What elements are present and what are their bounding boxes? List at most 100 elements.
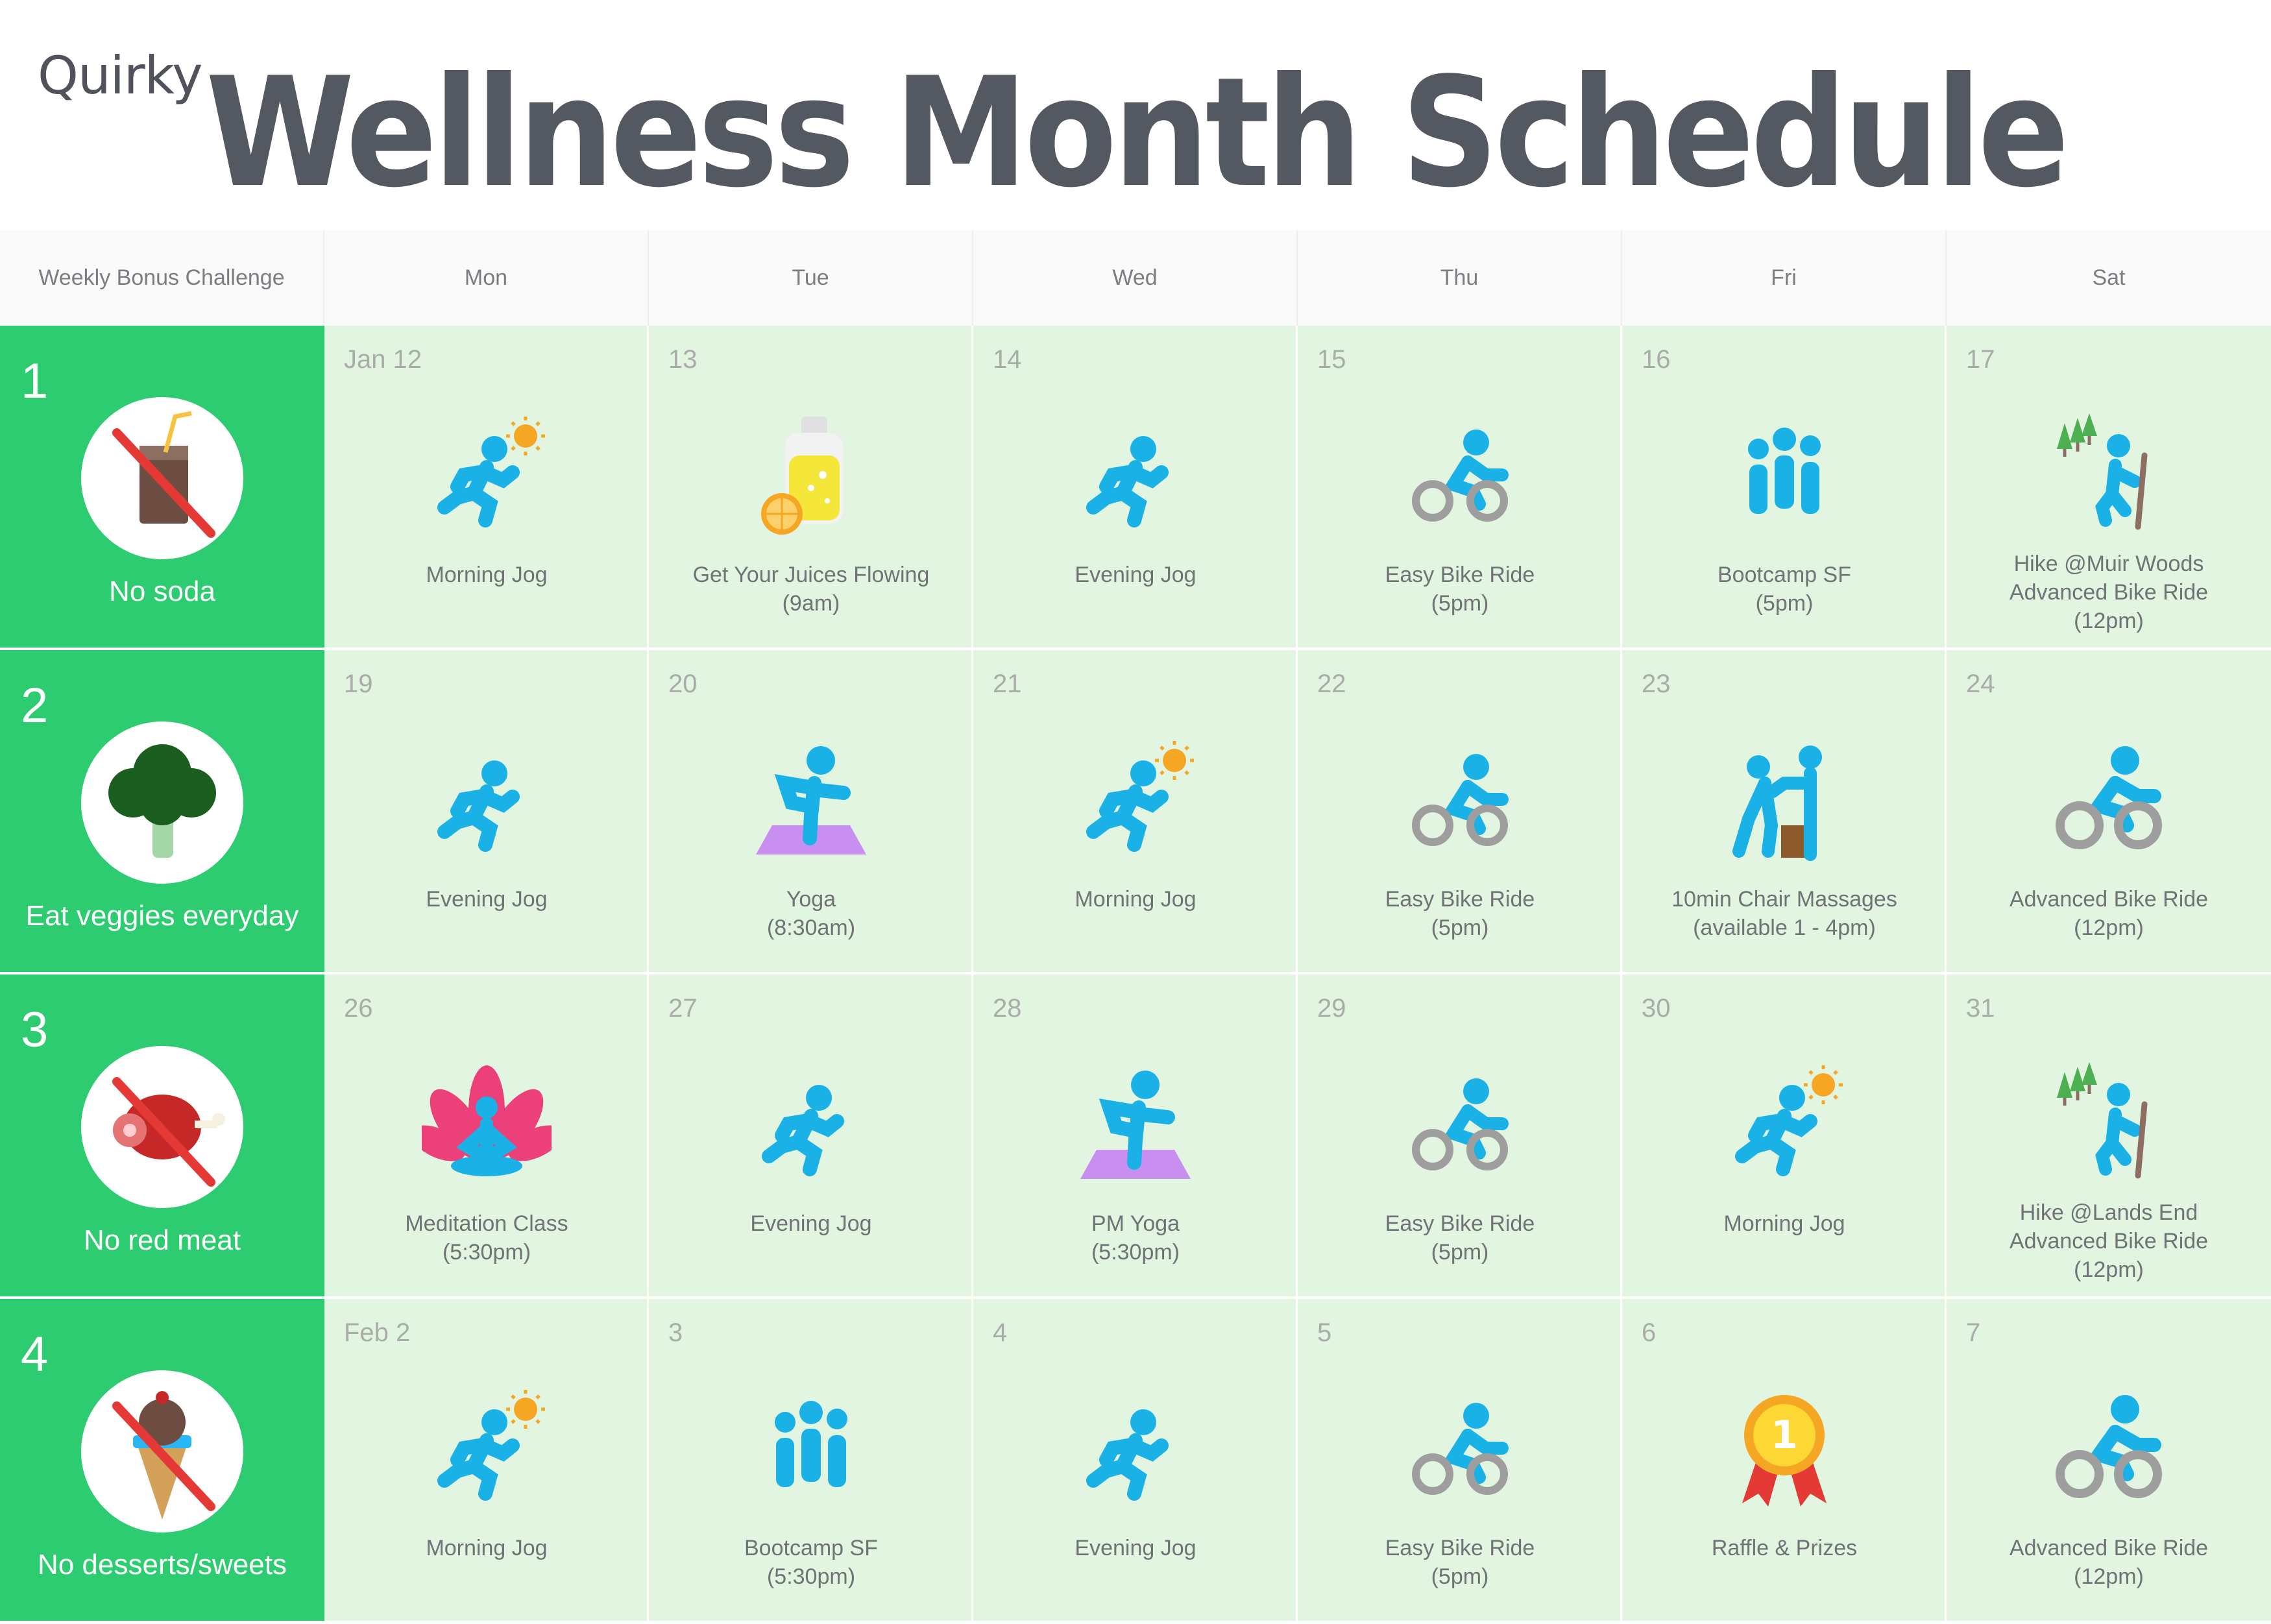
day-date: 28: [993, 994, 1022, 1023]
activity-line: (5pm): [1431, 915, 1489, 940]
activity-line: (5:30pm): [442, 1240, 531, 1265]
day-date: 31: [1966, 994, 1995, 1023]
svg-text:1: 1: [1771, 1412, 1798, 1458]
advanced-bike-icon: [2044, 1383, 2174, 1513]
day-date: Feb 2: [344, 1318, 411, 1347]
weekday-header: Weekly Bonus Challenge Mon Tue Wed Thu F…: [0, 230, 2271, 326]
juice-icon: [746, 410, 876, 540]
challenge-cell: 1 No soda: [0, 326, 324, 650]
meditation-icon: [411, 1059, 563, 1189]
day-cell: 27 Evening Jog: [649, 975, 973, 1299]
morning-jog-icon: [1719, 1059, 1849, 1189]
activity-label: Morning Jog: [973, 885, 1298, 914]
day-cell: 4 Evening Jog: [973, 1299, 1298, 1623]
day-cell: 20 Yoga (8:30am): [649, 650, 973, 975]
day-date: 15: [1317, 345, 1346, 374]
activity-label: Easy Bike Ride (5pm): [1298, 885, 1622, 942]
day-cell: 30 Morning Jog: [1622, 975, 1947, 1299]
day-cell: 13 Get Your Juices Flowing (9am): [649, 326, 973, 650]
header-challenge: Weekly Bonus Challenge: [0, 230, 324, 326]
no-desserts-icon: [81, 1370, 243, 1533]
evening-jog-icon: [1071, 410, 1200, 540]
activity-line: Raffle & Prizes: [1711, 1536, 1858, 1560]
day-date: 6: [1642, 1318, 1657, 1347]
challenge-cell: 4 No desserts/sweets: [0, 1299, 324, 1623]
activity-line: Yoga: [786, 887, 836, 912]
activity-line: 10min Chair Massages: [1671, 887, 1897, 912]
day-date: 24: [1966, 670, 1995, 698]
day-cell: 7 Advanced Bike Ride (12pm): [1947, 1299, 2271, 1623]
bootcamp-icon: [746, 1383, 876, 1513]
activity-line: Advanced Bike Ride: [2009, 887, 2209, 912]
challenge-label: No desserts/sweets: [38, 1549, 287, 1581]
activity-line: Meditation Class: [405, 1211, 568, 1236]
schedule-grid: 1 No soda Jan 12 Morning Jog 13 Get Your…: [0, 326, 2271, 1624]
day-date: 4: [993, 1318, 1008, 1347]
activity-label: Bootcamp SF (5pm): [1622, 561, 1947, 618]
activity-line: (12pm): [2074, 1257, 2144, 1282]
activity-label: Meditation Class (5:30pm): [324, 1209, 649, 1266]
activity-line: (12pm): [2074, 915, 2144, 940]
activity-line: (12pm): [2074, 609, 2144, 633]
activity-line: PM Yoga: [1091, 1211, 1180, 1236]
day-cell: 22 Easy Bike Ride (5pm): [1298, 650, 1622, 975]
hike-icon: [2044, 1059, 2174, 1189]
bike-icon: [1395, 410, 1525, 540]
activity-line: Bootcamp SF: [744, 1536, 878, 1560]
day-date: 23: [1642, 670, 1671, 698]
activity-line: (12pm): [2074, 1564, 2144, 1589]
activity-line: Advanced Bike Ride: [2009, 1229, 2209, 1254]
challenge-label: No red meat: [83, 1224, 241, 1256]
activity-line: Easy Bike Ride: [1385, 1211, 1535, 1236]
header-fri: Fri: [1622, 230, 1947, 326]
no-soda-icon: [81, 397, 243, 559]
activity-label: Raffle & Prizes: [1622, 1534, 1947, 1562]
day-date: 21: [993, 670, 1022, 698]
day-cell: Jan 12 Morning Jog: [324, 326, 649, 650]
day-date: Jan 12: [344, 345, 422, 374]
activity-label: Morning Jog: [324, 561, 649, 589]
day-date: 30: [1642, 994, 1671, 1023]
activity-label: 10min Chair Massages (available 1 - 4pm): [1622, 885, 1947, 942]
day-cell: 23 10min Chair Massages (available 1 - 4p…: [1622, 650, 1947, 975]
activity-label: Morning Jog: [324, 1534, 649, 1562]
advanced-bike-icon: [2044, 734, 2174, 864]
activity-label: Evening Jog: [649, 1209, 973, 1238]
day-date: 22: [1317, 670, 1346, 698]
activity-line: Morning Jog: [1075, 887, 1196, 912]
week-number: 4: [21, 1327, 49, 1382]
day-cell: 17 Hike @Muir Woods Advanced Bike Ride (12…: [1947, 326, 2271, 650]
activity-label: Morning Jog: [1622, 1209, 1947, 1238]
activity-label: PM Yoga (5:30pm): [973, 1209, 1298, 1266]
day-date: 29: [1317, 994, 1346, 1023]
day-date: 19: [344, 670, 373, 698]
day-cell: Feb 2 Morning Jog: [324, 1299, 649, 1623]
challenge-label: Eat veggies everyday: [25, 900, 299, 932]
activity-line: (5pm): [1755, 591, 1814, 616]
activity-label: Evening Jog: [973, 1534, 1298, 1562]
day-cell: 15 Easy Bike Ride (5pm): [1298, 326, 1622, 650]
week-number: 3: [21, 1002, 49, 1058]
bike-icon: [1395, 1059, 1525, 1189]
activity-line: (5pm): [1431, 591, 1489, 616]
activity-label: Easy Bike Ride (5pm): [1298, 1209, 1622, 1266]
activity-line: Easy Bike Ride: [1385, 563, 1535, 587]
day-date: 20: [668, 670, 698, 698]
header-sat: Sat: [2092, 265, 2126, 290]
day-cell: 21 Morning Jog: [973, 650, 1298, 975]
activity-line: Morning Jog: [1723, 1211, 1845, 1236]
activity-line: Advanced Bike Ride: [2009, 1536, 2209, 1560]
day-cell: 19 Evening Jog: [324, 650, 649, 975]
yoga-icon: [746, 734, 876, 864]
activity-line: (5pm): [1431, 1240, 1489, 1265]
medal-icon: 1: [1719, 1383, 1849, 1513]
header-mon: Mon: [324, 230, 649, 326]
day-date: 14: [993, 345, 1022, 374]
day-cell: 5 Easy Bike Ride (5pm): [1298, 1299, 1622, 1623]
day-date: 27: [668, 994, 698, 1023]
day-cell: 16 Bootcamp SF (5pm): [1622, 326, 1947, 650]
bike-icon: [1395, 1383, 1525, 1513]
activity-label: Get Your Juices Flowing (9am): [649, 561, 973, 618]
challenge-cell: 3 No red meat: [0, 975, 324, 1299]
morning-jog-icon: [422, 410, 552, 540]
